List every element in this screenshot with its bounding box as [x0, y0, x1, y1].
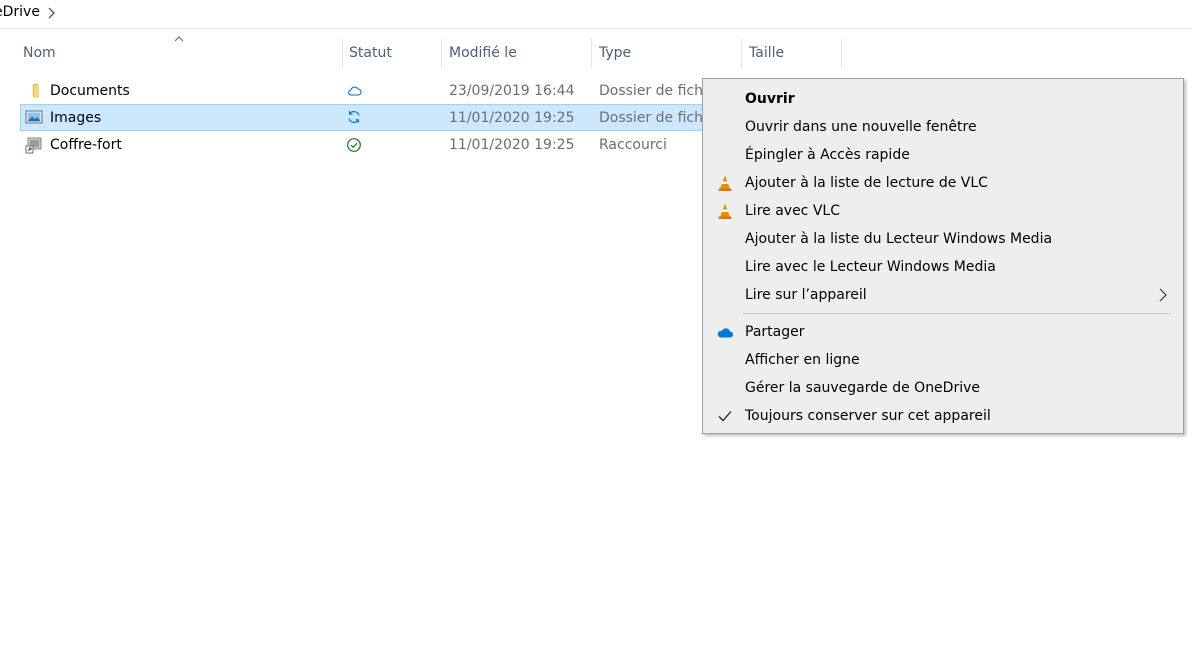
menu-item-label: Lire avec le Lecteur Windows Media — [745, 259, 996, 275]
file-row-documents[interactable]: Documents 23/09/2019 16:44 Dossier de fi… — [20, 78, 704, 104]
sync-icon — [348, 111, 360, 123]
menu-item-label: Partager — [745, 324, 805, 340]
menu-item-label: Épingler à Accès rapide — [745, 147, 910, 163]
menu-item-label: Ajouter à la liste de lecture de VLC — [745, 175, 988, 191]
column-divider[interactable] — [342, 38, 343, 68]
breadcrumb-onedrive[interactable]: eDrive — [0, 4, 40, 20]
file-name: Documents — [50, 83, 130, 99]
check-circle-icon — [347, 138, 361, 152]
menu-item-label: Toujours conserver sur cet appareil — [745, 408, 991, 424]
menu-item-label: Afficher en ligne — [745, 352, 860, 368]
file-modified: 11/01/2020 19:25 — [449, 137, 575, 153]
menu-item-add-wmp-list[interactable]: Ajouter à la liste du Lecteur Windows Me… — [703, 225, 1183, 253]
cloud-icon — [348, 86, 362, 96]
menu-item-label: Lire avec VLC — [745, 203, 840, 219]
column-header-modified-label: Modifié le — [449, 45, 517, 61]
file-row-images[interactable]: Images 11/01/2020 19:25 Dossier de fichi… — [20, 104, 704, 131]
shortcut-icon — [25, 137, 42, 154]
menu-item-play-vlc[interactable]: Lire avec VLC — [703, 197, 1183, 225]
onedrive-cloud-icon — [717, 328, 733, 338]
column-header-status-label: Statut — [349, 45, 392, 61]
menu-separator — [743, 313, 1171, 314]
file-modified: 23/09/2019 16:44 — [449, 83, 575, 99]
file-type: Dossier de fichiers — [599, 110, 704, 126]
column-header-status[interactable]: Statut — [349, 38, 439, 68]
menu-item-label: Ouvrir dans une nouvelle fenêtre — [745, 119, 977, 135]
menu-item-label: Gérer la sauvegarde de OneDrive — [745, 380, 980, 396]
vlc-cone-icon — [718, 175, 732, 191]
column-divider[interactable] — [741, 38, 742, 68]
menu-item-label: Ouvrir — [745, 91, 795, 107]
pictures-folder-icon — [25, 110, 43, 124]
context-menu: Ouvrir Ouvrir dans une nouvelle fenêtre … — [702, 78, 1184, 434]
column-header-size-label: Taille — [749, 45, 785, 61]
menu-item-open-new-window[interactable]: Ouvrir dans une nouvelle fenêtre — [703, 113, 1183, 141]
column-divider[interactable] — [441, 38, 442, 68]
menu-item-play-wmp[interactable]: Lire avec le Lecteur Windows Media — [703, 253, 1183, 281]
menu-item-view-online[interactable]: Afficher en ligne — [703, 346, 1183, 374]
column-header-size[interactable]: Taille — [749, 38, 839, 68]
column-header-name[interactable]: Nom — [23, 38, 338, 68]
column-divider[interactable] — [591, 38, 592, 68]
menu-item-always-keep-on-device[interactable]: Toujours conserver sur cet appareil — [703, 402, 1183, 430]
breadcrumb: eDrive — [0, 0, 1192, 29]
checkmark-icon — [718, 411, 732, 422]
menu-item-manage-onedrive-backup[interactable]: Gérer la sauvegarde de OneDrive — [703, 374, 1183, 402]
menu-item-label: Ajouter à la liste du Lecteur Windows Me… — [745, 231, 1053, 247]
file-type: Raccourci — [599, 137, 667, 153]
chevron-right-icon — [1159, 288, 1167, 302]
file-type: Dossier de fichiers — [599, 83, 704, 99]
column-header-modified[interactable]: Modifié le — [449, 38, 589, 68]
folder-icon — [33, 84, 39, 98]
file-name: Images — [50, 110, 102, 126]
file-name: Coffre-fort — [50, 137, 122, 153]
file-modified: 11/01/2020 19:25 — [449, 110, 575, 126]
file-row-coffre-fort[interactable]: Coffre-fort 11/01/2020 19:25 Raccourci — [20, 132, 704, 158]
menu-item-label: Lire sur l’appareil — [745, 287, 867, 303]
column-header-name-label: Nom — [23, 45, 56, 61]
menu-item-open[interactable]: Ouvrir — [703, 85, 1183, 113]
column-header-type[interactable]: Type — [599, 38, 739, 68]
column-divider[interactable] — [841, 38, 842, 68]
menu-item-add-vlc-playlist[interactable]: Ajouter à la liste de lecture de VLC — [703, 169, 1183, 197]
vlc-cone-icon — [718, 203, 732, 219]
menu-item-cast-to-device[interactable]: Lire sur l’appareil — [703, 281, 1183, 309]
column-header-type-label: Type — [599, 45, 632, 61]
file-explorer-window: eDrive Nom Statut Modifié le Type Taille… — [0, 0, 1192, 648]
menu-item-pin-quick-access[interactable]: Épingler à Accès rapide — [703, 141, 1183, 169]
menu-item-share[interactable]: Partager — [703, 318, 1183, 346]
chevron-right-icon[interactable] — [45, 4, 59, 22]
